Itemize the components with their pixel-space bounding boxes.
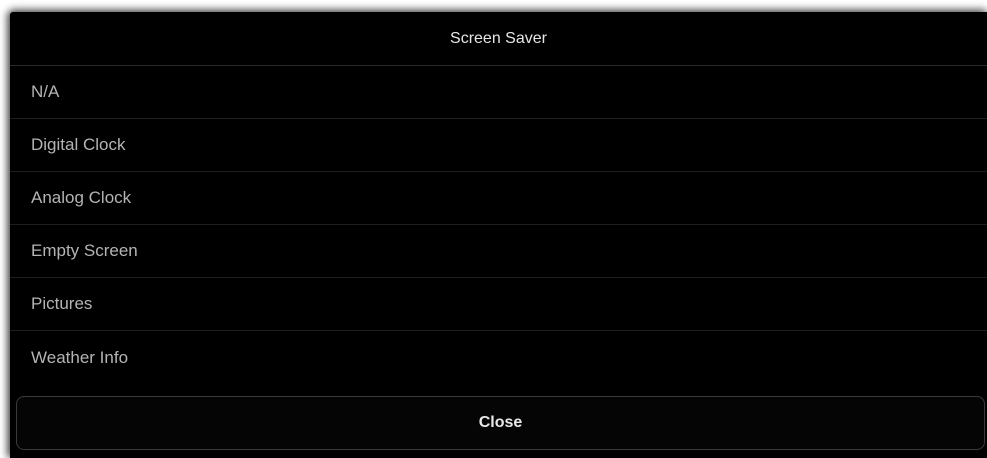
- option-digital-clock[interactable]: Digital Clock: [10, 119, 987, 172]
- option-empty-screen[interactable]: Empty Screen: [10, 225, 987, 278]
- option-analog-clock[interactable]: Analog Clock: [10, 172, 987, 225]
- screen-saver-dialog: Screen Saver N/A Digital Clock Analog Cl…: [10, 12, 987, 458]
- screen-saver-options-list: N/A Digital Clock Analog Clock Empty Scr…: [10, 66, 987, 384]
- dialog-title: Screen Saver: [450, 29, 547, 47]
- option-label: N/A: [31, 82, 60, 101]
- option-label: Analog Clock: [31, 188, 132, 207]
- option-label: Weather Info: [31, 347, 129, 367]
- option-weather-info[interactable]: Weather Info: [10, 331, 987, 384]
- dialog-header: Screen Saver: [10, 12, 987, 66]
- option-label: Digital Clock: [31, 135, 126, 154]
- option-na[interactable]: N/A: [10, 66, 987, 119]
- close-button[interactable]: Close: [16, 396, 985, 450]
- option-label: Pictures: [31, 294, 93, 313]
- close-button-label: Close: [478, 414, 523, 431]
- option-label: Empty Screen: [31, 241, 138, 260]
- option-pictures[interactable]: Pictures: [10, 278, 987, 331]
